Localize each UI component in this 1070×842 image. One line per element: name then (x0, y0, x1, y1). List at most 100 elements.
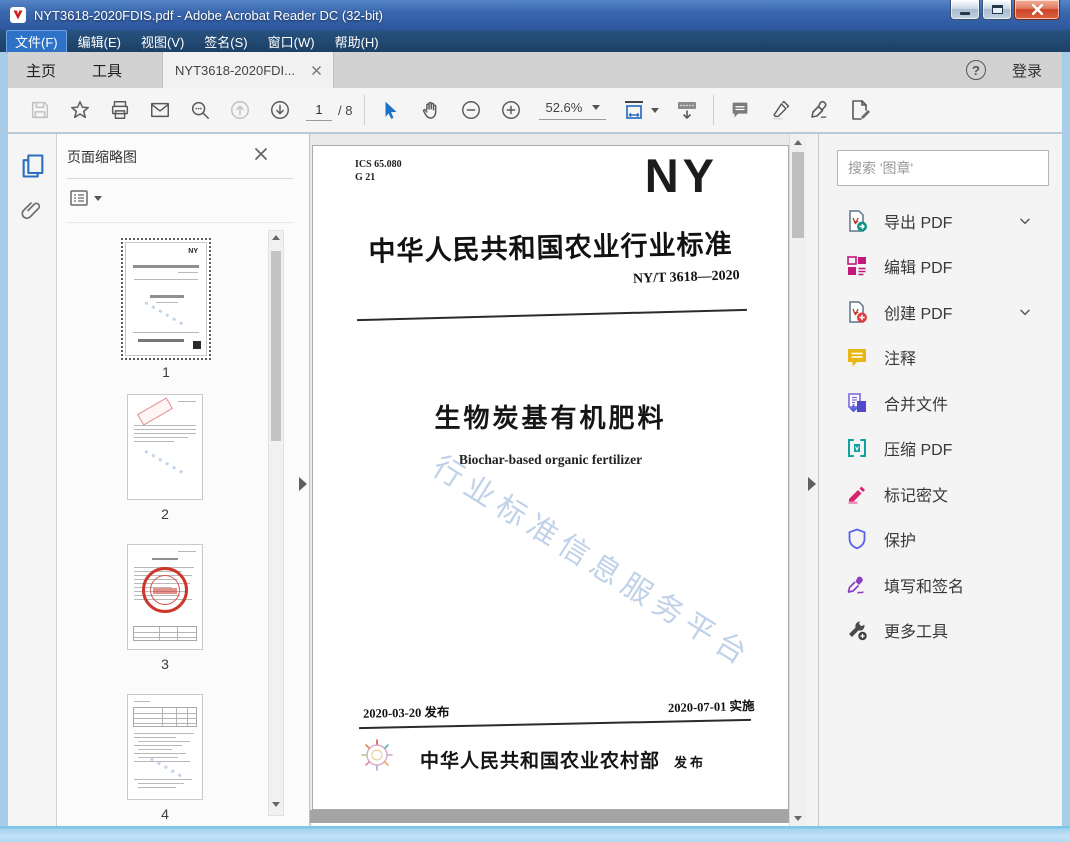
comment-icon (848, 349, 866, 367)
thumbnail-preview: NY (125, 242, 207, 356)
tool-combine-files[interactable]: 合并文件 (819, 380, 1062, 426)
title-bar: NYT3618-2020FDIS.pdf - Adobe Acrobat Rea… (0, 0, 1070, 30)
tool-create-pdf[interactable]: 创建 PDF (819, 289, 1062, 335)
tab-home[interactable]: 主页 (8, 52, 74, 88)
thumbnail-page-2[interactable] (127, 394, 203, 500)
thumbnail-preview (127, 694, 203, 800)
standard-title: 中华人民共和国农业行业标准 (368, 229, 733, 267)
zoom-level-dropdown[interactable]: 52.6% (539, 100, 607, 120)
page-thumbnails-icon[interactable] (19, 152, 47, 180)
tool-compress-pdf[interactable]: 压缩 PDF (819, 426, 1062, 472)
tools-search-input[interactable] (837, 150, 1049, 186)
fit-width-dropdown[interactable] (622, 98, 660, 122)
menu-file[interactable]: 文件(F) (6, 29, 67, 53)
issue-date: 2020-03-20 发布 (362, 705, 450, 721)
menu-window[interactable]: 窗口(W) (259, 30, 324, 53)
thumbnails-panel: 页面缩略图 NY 1 2 3 4 (57, 134, 310, 826)
tool-protect[interactable]: 保护 (819, 517, 1062, 563)
save-button[interactable] (20, 93, 60, 127)
scroll-down-icon[interactable] (272, 802, 280, 807)
menu-edit[interactable]: 编辑(E) (69, 30, 130, 53)
document-title-en: Biochar-based organic fertilizer (458, 452, 643, 467)
thumbnail-page-number: 3 (161, 656, 169, 672)
zoom-in-button[interactable] (491, 93, 531, 127)
close-button[interactable] (1014, 0, 1060, 20)
panel-title: 页面缩略图 (67, 149, 137, 165)
menu-bar: 文件(F) 编辑(E) 视图(V) 签名(S) 窗口(W) 帮助(H) (0, 29, 1070, 53)
printer-icon (111, 101, 129, 119)
close-icon (1031, 4, 1043, 15)
tool-redact[interactable]: 标记密文 (819, 471, 1062, 517)
highlight-button[interactable] (760, 93, 800, 127)
scrollbar-thumb[interactable] (271, 251, 281, 441)
search-button[interactable] (180, 93, 220, 127)
favorite-button[interactable] (60, 93, 100, 127)
page-number-input[interactable] (306, 99, 332, 121)
attachments-paperclip-icon[interactable] (19, 198, 43, 222)
thumbnail-options-button[interactable] (69, 188, 102, 208)
right-panel-handle-strip (806, 134, 818, 826)
chevron-down-icon (1020, 309, 1030, 316)
thumbnail-page-3[interactable] (127, 544, 203, 650)
create-pdf-icon (849, 301, 867, 323)
standard-logo: NY (644, 149, 718, 202)
tool-more-tools[interactable]: 更多工具 (819, 608, 1062, 654)
sign-button[interactable] (800, 93, 840, 127)
select-tool-button[interactable] (371, 93, 411, 127)
maximize-button[interactable] (982, 0, 1012, 20)
tool-comment[interactable]: 注释 (819, 335, 1062, 381)
publisher-row: 中华人民共和国农业农村部 发布 (383, 746, 743, 773)
toolbar-separator (364, 95, 366, 125)
thumbnails-scrollbar[interactable] (268, 230, 284, 816)
email-button[interactable] (140, 93, 180, 127)
pointer-icon (385, 101, 397, 119)
thumbnail-page-4[interactable] (127, 694, 203, 800)
menu-view[interactable]: 视图(V) (132, 30, 193, 53)
collapse-panel-handle[interactable] (299, 477, 307, 491)
help-icon[interactable]: ? (965, 60, 986, 80)
more-tools-wrench-icon (849, 621, 867, 641)
document-scrollbar[interactable] (789, 134, 806, 826)
thumbnail-page-1[interactable]: NY (121, 238, 211, 360)
reading-mode-button[interactable] (667, 93, 707, 127)
menu-sign[interactable]: 签名(S) (195, 30, 256, 53)
comment-bubble-icon (733, 102, 748, 118)
tab-close-icon[interactable] (312, 65, 321, 75)
print-button[interactable] (100, 93, 140, 127)
divider (67, 222, 293, 223)
collapse-tools-handle[interactable] (808, 477, 816, 491)
next-page-button[interactable] (260, 93, 300, 127)
tab-bar: 主页 工具 NYT3618-2020FDI... ? 登录 (8, 52, 1062, 88)
panel-close-icon[interactable] (253, 146, 269, 162)
scroll-down-icon[interactable] (794, 815, 802, 821)
redact-icon (848, 486, 865, 504)
scrollbar-thumb[interactable] (792, 152, 804, 238)
tool-edit-pdf[interactable]: 编辑 PDF (819, 244, 1062, 290)
compress-pdf-icon (848, 439, 866, 458)
comment-button[interactable] (720, 93, 760, 127)
previous-page-button[interactable] (220, 93, 260, 127)
minimize-button[interactable] (950, 0, 980, 20)
ics-block: ICS 65.080 G 21 (355, 159, 402, 183)
menu-help[interactable]: 帮助(H) (326, 30, 388, 53)
tab-tools[interactable]: 工具 (74, 52, 140, 88)
options-list-icon (70, 190, 88, 206)
scroll-up-icon[interactable] (794, 139, 802, 145)
thumbnail-preview (127, 544, 203, 650)
maximize-icon (991, 5, 1003, 14)
divider (357, 308, 747, 322)
fill-sign-button[interactable] (840, 93, 880, 127)
tabbar-right: ? 登录 (965, 52, 1062, 88)
scroll-up-icon[interactable] (272, 235, 280, 240)
tab-document[interactable]: NYT3618-2020FDI... (162, 52, 335, 88)
thumbnail-page-number: 2 (161, 506, 169, 522)
zoom-out-button[interactable] (451, 93, 491, 127)
publisher-name: 中华人民共和国农业农村部 (419, 751, 660, 772)
signin-link[interactable]: 登录 (1012, 60, 1042, 81)
navigation-strip (8, 134, 57, 826)
tool-export-pdf[interactable]: 导出 PDF (819, 198, 1062, 244)
edit-pdf-icon (847, 256, 866, 276)
hand-tool-button[interactable] (411, 93, 451, 127)
document-title-cn: 生物炭基有机肥料 (434, 404, 667, 433)
tool-fill-sign[interactable]: 填写和签名 (819, 562, 1062, 608)
